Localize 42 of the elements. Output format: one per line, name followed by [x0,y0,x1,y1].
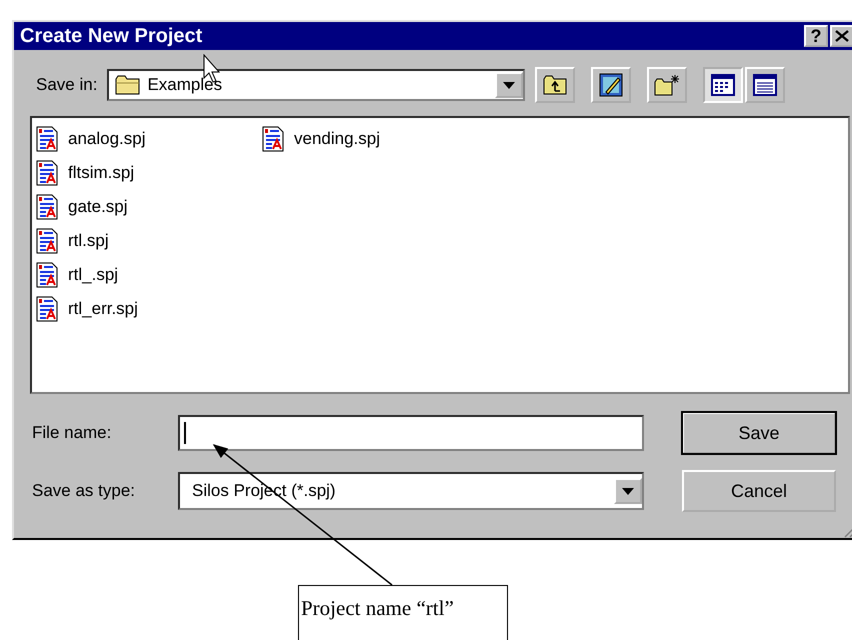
file-item[interactable]: rtl_err.spj [68,299,138,319]
details-view-button[interactable] [745,67,786,103]
list-view-button[interactable] [703,67,744,103]
folder-sparkle-icon [654,74,680,96]
file-name-label: File name: [32,423,112,443]
new-folder-button[interactable] [647,67,688,103]
dropdown-arrow-icon [622,488,634,494]
file-name-field[interactable] [178,415,644,451]
file-item[interactable]: analog.spj [68,129,146,149]
document-icon [36,262,58,288]
help-button[interactable]: ? [804,25,828,47]
callout-label: Project name “rtl” [298,585,508,640]
document-icon [36,296,58,322]
close-icon [835,30,849,42]
window-title: Create New Project [20,24,204,48]
details-view-icon [753,74,778,96]
cancel-button[interactable]: Cancel [682,470,836,512]
pencil-card-icon [599,73,624,97]
file-item[interactable]: rtl.spj [68,231,109,251]
save-in-dropdown[interactable]: Examples [107,69,526,101]
document-icon [36,160,58,186]
desktop-button[interactable] [591,67,632,103]
folder-icon [115,75,142,95]
document-icon [36,126,58,152]
up-folder-icon [543,75,568,95]
document-icon [36,194,58,220]
document-icon [36,228,58,254]
file-item[interactable]: fltsim.spj [68,163,134,183]
save-in-label: Save in: [36,75,98,95]
close-button[interactable] [830,25,852,47]
save-button[interactable]: Save [682,412,836,454]
file-item[interactable]: vending.spj [294,129,380,149]
save-in-value: Examples [147,75,224,95]
document-icon [262,126,284,152]
save-as-type-label: Save as type: [32,481,136,501]
up-folder-button[interactable] [535,67,576,103]
dropdown-arrow-icon [503,82,516,88]
file-item[interactable]: gate.spj [68,197,128,217]
list-view-icon [711,74,736,96]
file-item[interactable]: rtl_.spj [68,265,118,285]
dropdown-button[interactable] [495,72,524,98]
dropdown-button[interactable] [614,478,642,504]
